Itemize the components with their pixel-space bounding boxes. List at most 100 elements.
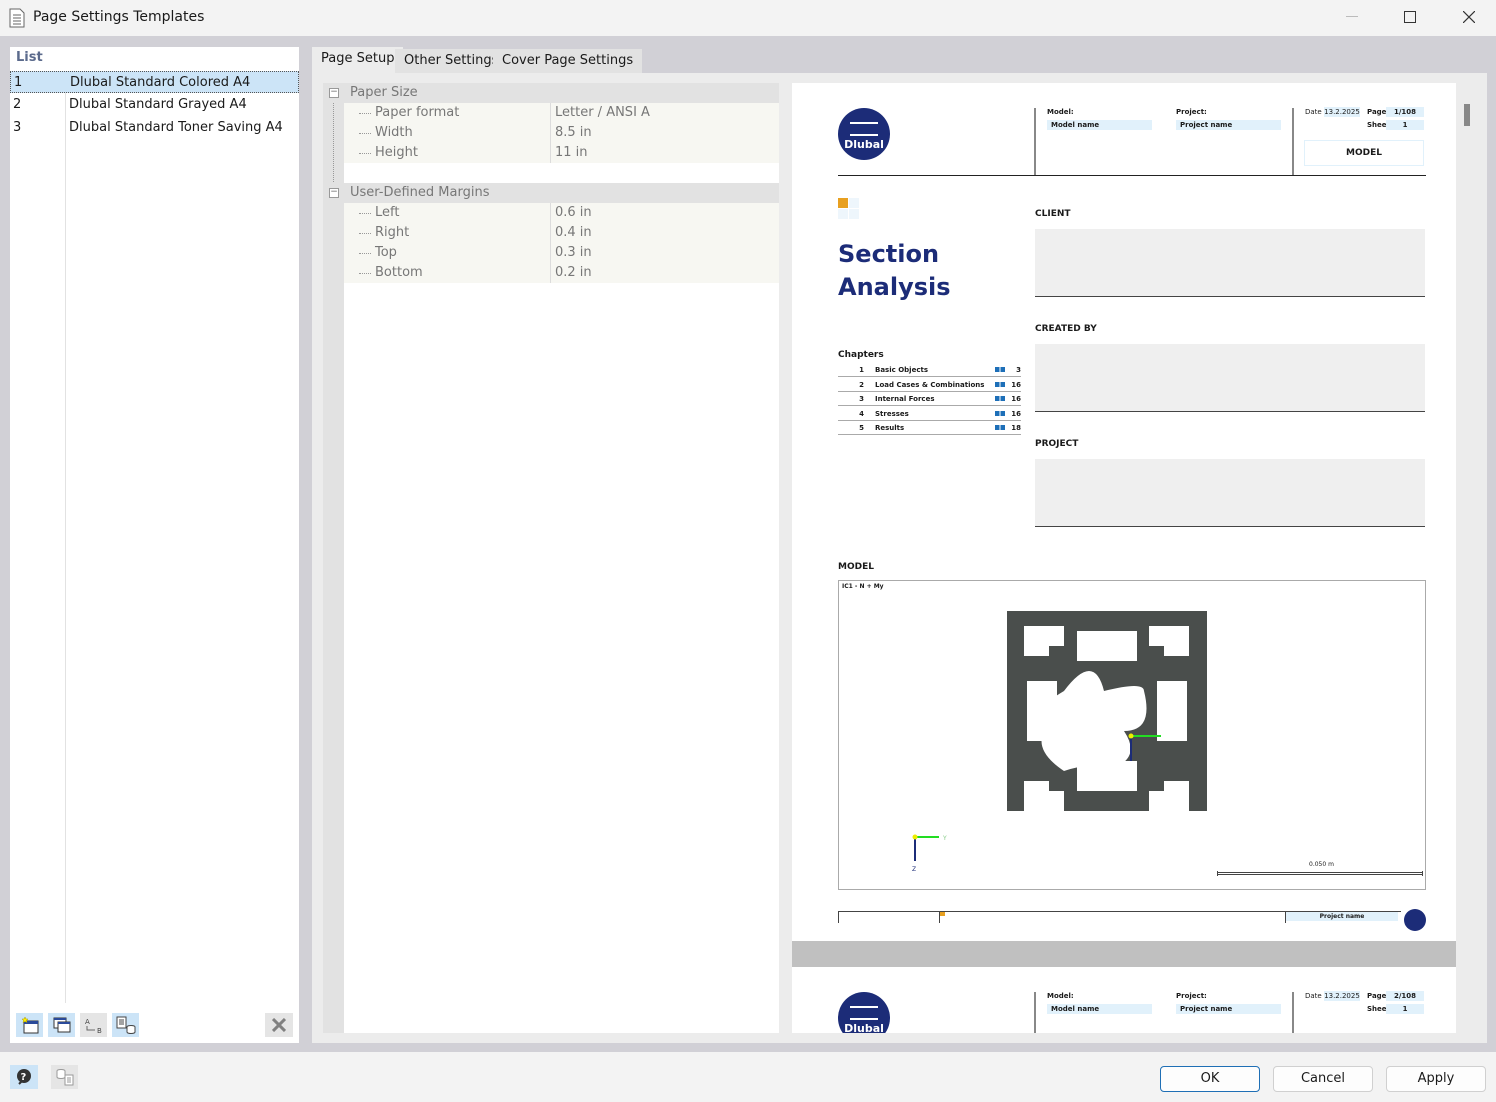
axis-y-label: Y (942, 835, 947, 842)
collapse-icon[interactable]: − (329, 188, 339, 198)
property-label: Top (375, 245, 397, 260)
tab-other-settings[interactable]: Other Settings (395, 49, 508, 73)
property-row[interactable]: Bottom 0.2 in (344, 263, 779, 283)
list-item[interactable]: 2 Dlubal Standard Grayed A4 (10, 94, 299, 116)
date-field: 13.2.2025 (1324, 991, 1360, 1001)
column-separator (550, 123, 551, 143)
tree-dots (359, 113, 371, 114)
project-label: Project: (1176, 992, 1207, 1000)
cancel-button[interactable]: Cancel (1273, 1066, 1373, 1092)
property-row[interactable]: Top 0.3 in (344, 243, 779, 263)
property-value[interactable]: 0.2 in (555, 263, 592, 283)
window-title: Page Settings Templates (33, 9, 205, 25)
list-item-number: 3 (13, 120, 22, 135)
collapse-icon[interactable]: − (329, 88, 339, 98)
property-row[interactable]: Height 11 in (344, 143, 779, 163)
property-value[interactable]: 0.6 in (555, 203, 592, 223)
maximize-button[interactable] (1381, 0, 1439, 34)
list-item[interactable]: 3 Dlubal Standard Toner Saving A4 (10, 117, 299, 139)
help-icon: ? (17, 1069, 31, 1085)
dlubal-logo: Dlubal (838, 108, 890, 160)
property-row[interactable]: Paper format Letter / ANSI A (344, 103, 779, 123)
chapter-number: 1 (859, 366, 864, 374)
dlubal-logo: Dlubal (838, 992, 890, 1033)
client-label: CLIENT (1035, 209, 1071, 219)
client-box (1035, 229, 1425, 297)
logo-text: Dlubal (844, 138, 884, 151)
tab-cover-page-settings[interactable]: Cover Page Settings (493, 49, 643, 73)
delete-template-button[interactable] (265, 1013, 293, 1037)
property-value[interactable]: 11 in (555, 143, 588, 163)
group-user-defined-margins[interactable]: − User-Defined Margins (323, 183, 779, 203)
group-paper-size[interactable]: − Paper Size (323, 83, 779, 103)
model-view: IC1 - N + My Y Z 0.050 m (838, 580, 1426, 890)
cover-title: Section Analysis (838, 238, 951, 304)
database-import-icon (56, 1069, 73, 1086)
svg-text:B: B (97, 1027, 102, 1034)
minimize-button[interactable] (1323, 0, 1381, 34)
scale-label: 0.050 m (1309, 861, 1334, 868)
chapters-title: Chapters (838, 350, 884, 360)
date-label: Date (1305, 992, 1322, 1000)
delete-x-icon (272, 1018, 286, 1032)
property-value[interactable]: 0.3 in (555, 243, 592, 263)
dialog-footer: ? OK Cancel Apply (0, 1052, 1496, 1102)
book-icon (995, 396, 1005, 401)
page-label: Page (1367, 108, 1387, 116)
chapter-pages: 18 (1011, 424, 1021, 432)
property-row[interactable]: Left 0.6 in (344, 203, 779, 223)
preview-page-2: Dlubal Model: Model name Project: Projec… (792, 967, 1456, 1033)
cover-title-line: Analysis (838, 273, 951, 301)
created-by-box (1035, 344, 1425, 412)
list-item-name: Dlubal Standard Toner Saving A4 (69, 120, 283, 135)
help-button[interactable]: ? (10, 1065, 38, 1089)
list-item-name: Dlubal Standard Grayed A4 (69, 97, 247, 112)
page-field: 1/108 (1386, 107, 1424, 117)
chapter-pages: 16 (1011, 409, 1021, 418)
export-to-database-icon (116, 1016, 135, 1034)
title-bar: Page Settings Templates (0, 0, 1496, 36)
document-icon (9, 8, 25, 28)
page-footer: Project name (838, 911, 1401, 923)
list-item[interactable]: 1 Dlubal Standard Colored A4 (10, 71, 299, 93)
dialog-body: List 1 Dlubal Standard Colored A4 2 Dlub… (0, 36, 1496, 1052)
chapter-number: 2 (859, 380, 864, 389)
rename-button[interactable]: AB (80, 1013, 107, 1037)
tree-dots (359, 273, 371, 274)
page-preview[interactable]: Dlubal Model: Model name Project: Projec… (792, 83, 1476, 1033)
list-item-number: 1 (14, 75, 23, 90)
ok-button[interactable]: OK (1160, 1066, 1260, 1092)
property-row[interactable]: Width 8.5 in (344, 123, 779, 143)
new-template-button[interactable] (16, 1013, 43, 1037)
date-label: Date (1305, 108, 1322, 116)
column-divider (65, 71, 66, 1003)
import-from-database-button[interactable] (51, 1065, 78, 1089)
sheet-field: 1 (1386, 1004, 1424, 1014)
svg-text:?: ? (21, 1072, 27, 1083)
property-value[interactable]: 8.5 in (555, 123, 592, 143)
property-value[interactable]: 0.4 in (555, 223, 592, 243)
project-box (1035, 459, 1425, 527)
header-divider (1034, 992, 1036, 1033)
property-value[interactable]: Letter / ANSI A (555, 103, 650, 123)
model-section-label: MODEL (838, 562, 874, 572)
preview-scrollbar-thumb[interactable] (1464, 104, 1470, 126)
project-name-field: Project name (1176, 1004, 1281, 1014)
chapter-pages: 16 (1011, 395, 1021, 403)
property-label: Bottom (375, 265, 423, 280)
export-to-database-button[interactable] (112, 1013, 139, 1037)
header-divider (1292, 108, 1294, 176)
page-separator (792, 941, 1456, 967)
apply-button[interactable]: Apply (1386, 1066, 1486, 1092)
new-template-icon (20, 1016, 38, 1034)
tab-page-setup[interactable]: Page Setup (312, 47, 404, 73)
svg-text:A: A (85, 1018, 90, 1026)
chapter-number: 3 (859, 395, 864, 403)
property-row[interactable]: Right 0.4 in (344, 223, 779, 243)
book-icon (995, 425, 1005, 430)
page-label: Page (1367, 992, 1387, 1000)
accent-square (849, 209, 859, 219)
close-button[interactable] (1440, 0, 1496, 34)
footer-accent (940, 912, 945, 916)
copy-template-button[interactable] (48, 1013, 75, 1037)
